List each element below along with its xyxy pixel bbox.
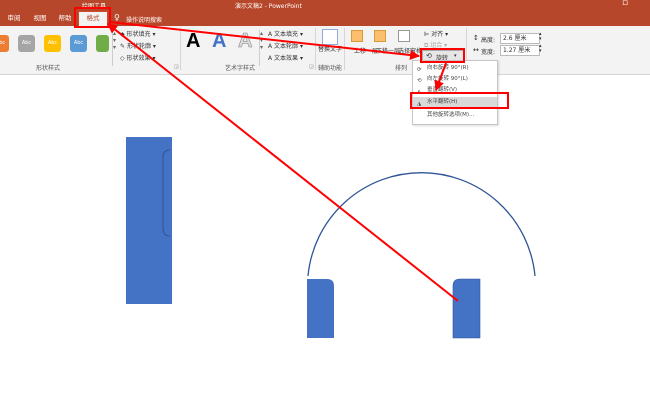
rotate-left-icon: ⟲ xyxy=(417,78,422,84)
menu-item-rotate-right[interactable]: ⟳ 向右旋转 90°(R) xyxy=(413,63,497,74)
slide-canvas xyxy=(126,137,536,339)
selected-rectangle-shape[interactable] xyxy=(126,137,172,304)
left-ear-shape[interactable] xyxy=(307,279,334,338)
menu-item-rotate-left[interactable]: ⟲ 向左旋转 90°(L) xyxy=(413,74,497,85)
right-ear-shape[interactable] xyxy=(452,278,481,339)
rotate-dropdown-menu: ⟳ 向右旋转 90°(R) ⟲ 向左旋转 90°(L) ◭ 垂直翻转(V) ◮ … xyxy=(412,60,498,125)
flip-vertical-icon: ◭ xyxy=(417,89,422,95)
menu-item-more-rotation-options[interactable]: 其他旋转选项(M)... xyxy=(413,110,497,121)
menu-item-flip-vertical[interactable]: ◭ 垂直翻转(V) xyxy=(413,85,497,96)
rotate-right-icon: ⟳ xyxy=(417,67,422,73)
flip-horizontal-icon: ◮ xyxy=(417,101,422,107)
menu-item-flip-horizontal[interactable]: ◮ 水平翻转(H) xyxy=(413,97,497,108)
headphone-arc-shape[interactable] xyxy=(307,172,536,277)
